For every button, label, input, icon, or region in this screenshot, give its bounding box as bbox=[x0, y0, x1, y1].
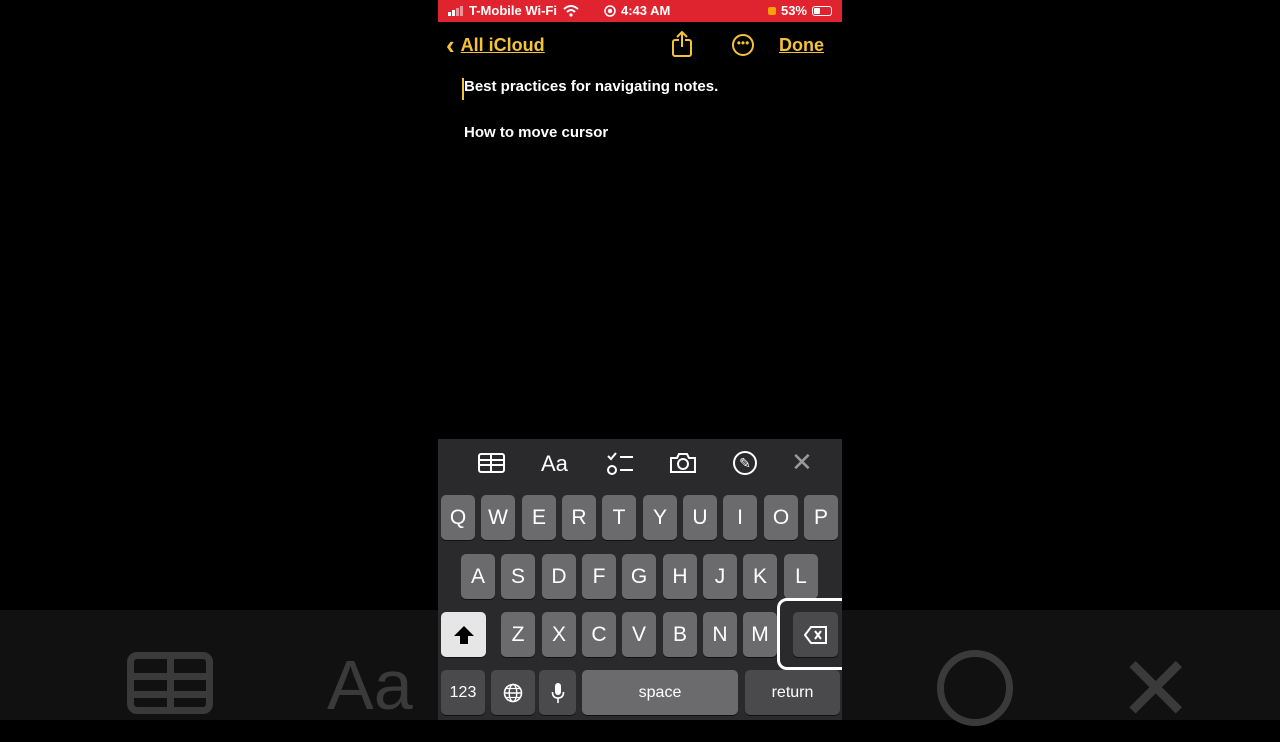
key-d[interactable]: D bbox=[542, 554, 576, 599]
key-s[interactable]: S bbox=[501, 554, 535, 599]
shift-icon bbox=[453, 625, 474, 644]
share-icon[interactable] bbox=[671, 31, 693, 57]
key-o[interactable]: O bbox=[764, 495, 798, 540]
key-y[interactable]: Y bbox=[643, 495, 677, 540]
key-t[interactable]: T bbox=[602, 495, 636, 540]
globe-icon bbox=[503, 683, 523, 702]
key-z[interactable]: Z bbox=[501, 612, 535, 657]
status-bar: T-Mobile Wi-Fi 4:43 AM 53% bbox=[438, 0, 842, 22]
key-q[interactable]: Q bbox=[441, 495, 475, 540]
note-line-text: Best practices for navigating notes. bbox=[464, 78, 719, 95]
chevron-left-icon: ‹ bbox=[446, 30, 455, 60]
screen-recording-icon bbox=[604, 4, 616, 17]
checklist-icon[interactable] bbox=[606, 451, 634, 477]
background-format-icon: Aa bbox=[327, 646, 413, 724]
table-icon[interactable] bbox=[478, 453, 505, 473]
key-l[interactable]: L bbox=[784, 554, 818, 599]
key-e[interactable]: E bbox=[522, 495, 556, 540]
text-cursor bbox=[462, 78, 464, 100]
status-time: 4:43 AM bbox=[621, 3, 671, 18]
numbers-key[interactable]: 123 bbox=[441, 670, 485, 715]
key-a[interactable]: A bbox=[461, 554, 495, 599]
key-x[interactable]: X bbox=[542, 612, 576, 657]
back-button[interactable]: ‹ All iCloud bbox=[446, 32, 545, 58]
key-w[interactable]: W bbox=[481, 495, 515, 540]
keyboard: Q W E R T Y U I O P A S D F G H J K L Z … bbox=[438, 487, 842, 720]
delete-key-highlight bbox=[777, 598, 842, 670]
globe-key[interactable] bbox=[491, 670, 535, 715]
background-markup-icon bbox=[937, 650, 1013, 726]
note-body[interactable]: Best practices for navigating notes. How… bbox=[462, 78, 824, 141]
key-r[interactable]: R bbox=[562, 495, 596, 540]
formatting-toolbar: Aa ✎ ✕ bbox=[438, 439, 842, 487]
return-key[interactable]: return bbox=[745, 670, 840, 715]
note-line[interactable]: Best practices for navigating notes. bbox=[462, 78, 824, 100]
shift-key[interactable] bbox=[441, 612, 486, 657]
key-p[interactable]: P bbox=[804, 495, 838, 540]
space-key[interactable]: space bbox=[582, 670, 738, 715]
carrier-label: T-Mobile Wi-Fi bbox=[469, 3, 557, 18]
close-icon[interactable]: ✕ bbox=[791, 448, 813, 478]
battery-percent: 53% bbox=[780, 3, 807, 18]
signal-icon bbox=[448, 5, 463, 16]
key-v[interactable]: V bbox=[622, 612, 656, 657]
markup-icon[interactable]: ✎ bbox=[733, 451, 757, 475]
dictation-key[interactable] bbox=[539, 670, 576, 715]
format-text-button[interactable]: Aa bbox=[541, 451, 568, 477]
key-n[interactable]: N bbox=[703, 612, 737, 657]
background-close-icon: ✕ bbox=[1118, 637, 1194, 742]
battery-icon bbox=[812, 5, 832, 16]
phone-screen: T-Mobile Wi-Fi 4:43 AM 53% ‹ All iCloud bbox=[438, 0, 842, 720]
background-table-icon bbox=[127, 652, 213, 714]
wifi-icon bbox=[563, 4, 579, 17]
key-c[interactable]: C bbox=[582, 612, 616, 657]
note-line[interactable]: How to move cursor bbox=[464, 124, 824, 141]
microphone-icon bbox=[551, 682, 564, 703]
back-label: All iCloud bbox=[460, 34, 545, 55]
camera-icon[interactable] bbox=[669, 452, 697, 474]
key-h[interactable]: H bbox=[663, 554, 697, 599]
privacy-indicator-icon bbox=[767, 6, 776, 15]
key-m[interactable]: M bbox=[743, 612, 777, 657]
key-g[interactable]: G bbox=[622, 554, 656, 599]
key-k[interactable]: K bbox=[743, 554, 777, 599]
key-b[interactable]: B bbox=[663, 612, 697, 657]
done-button[interactable]: Done bbox=[779, 35, 824, 56]
key-u[interactable]: U bbox=[683, 495, 717, 540]
key-i[interactable]: I bbox=[723, 495, 757, 540]
key-j[interactable]: J bbox=[703, 554, 737, 599]
key-f[interactable]: F bbox=[582, 554, 616, 599]
navigation-bar: ‹ All iCloud ••• Done bbox=[438, 28, 842, 64]
more-icon[interactable]: ••• bbox=[732, 34, 754, 56]
